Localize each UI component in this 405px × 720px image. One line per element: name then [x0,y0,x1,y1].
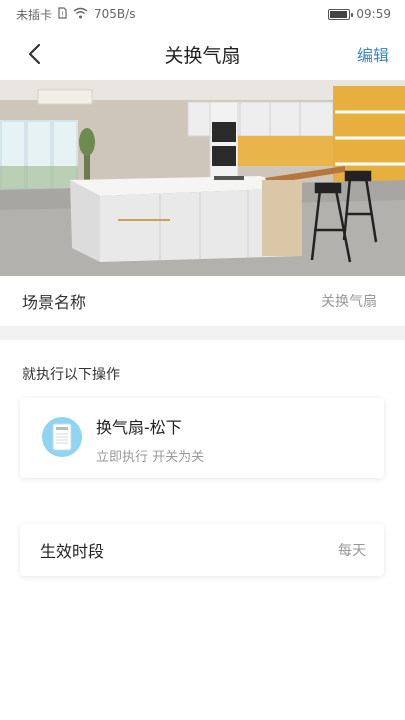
air-purifier-icon [42,417,82,457]
action-detail: 立即执行 开关为关 [96,450,205,465]
device-name: 换气扇-松下 [96,418,182,437]
wifi-icon [73,7,88,22]
carrier-text: 未插卡 [16,7,53,22]
status-left: 未插卡 ! 705B/s [16,6,135,23]
battery-icon [328,8,354,20]
effective-period-value: 每天 [338,543,366,559]
nav-bar: 关换气扇 编辑 [0,28,405,80]
back-button[interactable] [20,40,48,68]
effective-period-row[interactable]: 生效时段 每天 [20,524,384,576]
actions-section-title: 就执行以下操作 [22,367,120,383]
section-divider [0,326,405,340]
action-card[interactable]: 换气扇-松下 立即执行 开关为关 [20,398,384,478]
status-bar: 未插卡 ! 705B/s 09:59 [0,0,405,28]
sim-icon: ! [58,6,67,22]
scene-name-row[interactable]: 场景名称 关换气扇 [0,276,405,326]
svg-text:!: ! [61,10,64,18]
page-title: 关换气扇 [164,44,241,67]
scene-cover-image [0,80,405,276]
status-right: 09:59 [328,7,391,21]
scene-name-label: 场景名称 [22,293,87,312]
edit-button[interactable]: 编辑 [357,42,389,66]
chevron-left-icon [28,43,41,65]
network-speed: 705B/s [94,7,136,21]
scene-name-value: 关换气扇 [321,294,377,310]
effective-period-label: 生效时段 [40,542,105,561]
clock: 09:59 [356,7,391,21]
